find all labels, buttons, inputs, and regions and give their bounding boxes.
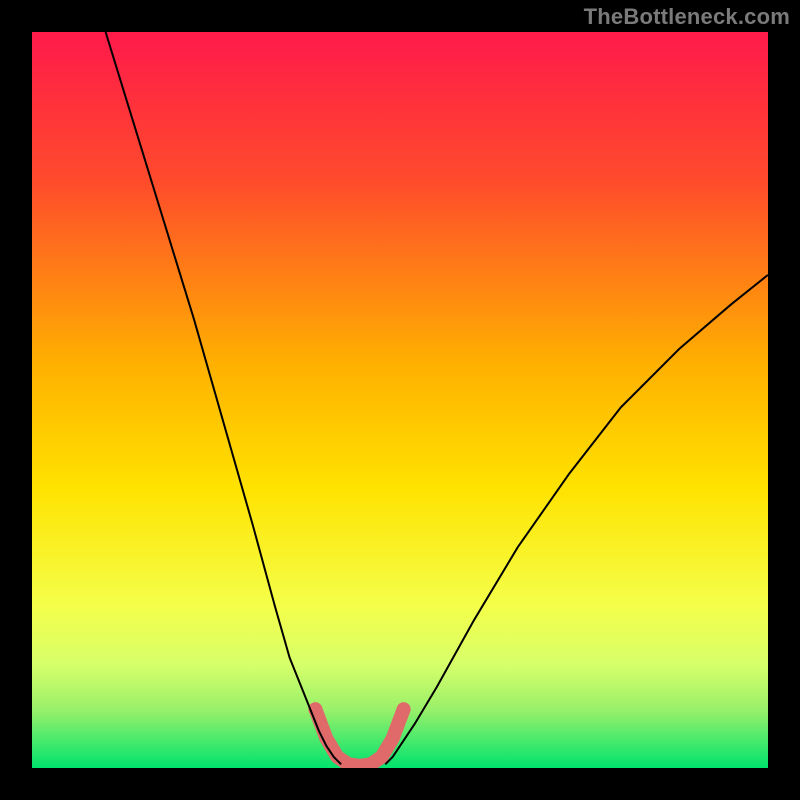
chart-frame: TheBottleneck.com (0, 0, 800, 800)
plot-area (32, 32, 768, 768)
chart-svg (32, 32, 768, 768)
gradient-background (32, 32, 768, 768)
watermark-text: TheBottleneck.com (584, 4, 790, 30)
